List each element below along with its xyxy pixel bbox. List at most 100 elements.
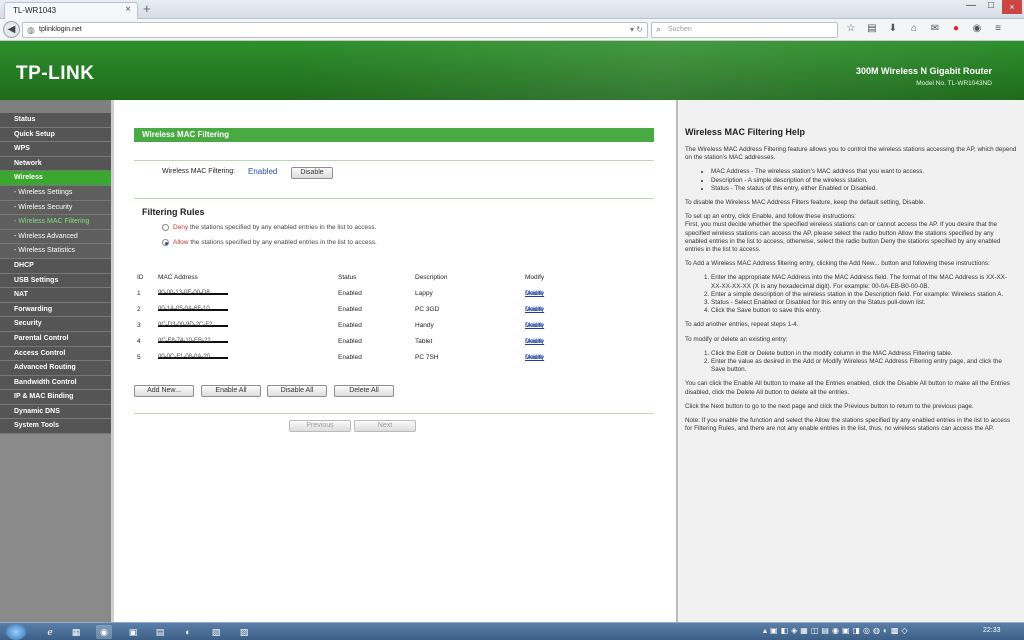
sidebar-item-forwarding[interactable]: Forwarding [0,302,111,318]
window-close-icon[interactable]: × [1002,0,1022,14]
redacted-mac: 90-00-13-0E-00-D8 [158,290,228,296]
help-repeat-note: To add another entries, repeat steps 1-4… [685,321,799,329]
sidebar-item-wireless-security[interactable]: - Wireless Security [0,200,111,216]
sidebar-item-wps[interactable]: WPS [0,142,111,157]
back-button[interactable]: ◀ [3,21,20,38]
sidebar-item-dhcp[interactable]: DHCP [0,258,111,274]
rule-deny-option[interactable]: Deny the stations specified by any enabl… [162,224,376,231]
browser-tab[interactable]: TL-WR1043 × [4,2,138,19]
addon-icon[interactable]: ● [949,22,963,36]
table-row: 2 00-1A-05-0A-6F-10 Enabled PC 3GD Modify De… [137,306,657,318]
explorer-icon[interactable]: ▦ [68,625,84,639]
search-bar[interactable]: ⌕ Suchen [651,22,838,38]
delete-link[interactable]: Delete [525,338,544,345]
sidebar-item-dynamic-dns[interactable]: Dynamic DNS [0,404,111,420]
help-final-note: Note: If you enable the function and sel… [685,417,1011,433]
chat-icon[interactable]: ✉ [928,22,942,36]
redacted-mac: 00-0C-F1-08-0A-20 [158,354,228,360]
mac-text: 0C-D3-00-9D-2C-F2 [158,322,213,328]
system-tray-icons[interactable]: ▴▣◧◈▦◫▤◉▣◨◎◍◐▩◇ [763,626,911,635]
header-description: Description [415,274,448,281]
url-bar[interactable]: ◍ tplinklogin.net ▾ ↻ [22,22,648,38]
enable-all-button[interactable]: Enable All [201,385,261,397]
help-add-steps: Enter the appropriate MAC Address into t… [685,274,1017,315]
row-description: Lappy [415,290,433,297]
sidebar-item-access-control[interactable]: Access Control [0,346,111,362]
allow-description: the stations specified by any enabled en… [188,239,377,247]
sidebar-item-advanced-routing[interactable]: Advanced Routing [0,361,111,376]
allow-radio[interactable] [162,239,169,246]
sidebar-item-quick-setup[interactable]: Quick Setup [0,127,111,143]
previous-button[interactable]: Previous [289,420,351,432]
home-icon[interactable]: ⌂ [907,22,921,36]
sidebar-item-wireless[interactable]: Wireless [0,171,111,186]
deny-radio[interactable] [162,224,169,231]
delete-link[interactable]: Delete [525,322,544,329]
sidebar-item-parental-control[interactable]: Parental Control [0,331,111,347]
sidebar-item-security[interactable]: Security [0,317,111,332]
table-row: 5 00-0C-F1-08-0A-20 Enabled PC 7SH Modify De… [137,354,657,366]
minimize-icon[interactable]: — [962,0,980,11]
header-status: Status [338,274,357,281]
row-id: 2 [137,306,141,313]
delete-link[interactable]: Delete [525,354,544,361]
tplink-logo: TP-LINK [16,63,95,84]
url-text[interactable]: tplinklogin.net [39,26,82,33]
help-setup-text: First, you must decide whether the speci… [685,221,1001,254]
sidebar-item-ip-mac-binding[interactable]: IP & MAC Binding [0,390,111,405]
ie-icon[interactable]: ℯ [42,625,58,639]
sidebar-item-nat[interactable]: NAT [0,288,111,303]
row-id: 5 [137,354,141,361]
sidebar-item-network[interactable]: Network [0,156,111,172]
divider [134,413,654,414]
help-step: Enter the appropriate MAC Address into t… [711,274,1017,290]
start-button[interactable] [6,624,26,640]
sidebar-item-status[interactable]: Status [0,113,111,128]
tab-close-icon[interactable]: × [125,4,131,15]
help-panel: Wireless MAC Filtering Help The Wireless… [678,100,1024,622]
reload-icon[interactable]: ▾ ↻ [630,25,643,34]
row-id: 4 [137,338,141,345]
row-description: PC 3GD [415,306,440,313]
browser-nav-bar: ◀ ◍ tplinklogin.net ▾ ↻ ⌕ Suchen ☆ ▤ ⬇ ⌂… [0,19,1024,41]
redacted-mac: 0C-F8-74-10-EB-22 [158,338,228,344]
delete-link[interactable]: Delete [525,290,544,297]
ghost-icon[interactable]: ◉ [970,22,984,36]
app-icon[interactable]: ▣ [125,625,141,639]
new-tab-button[interactable]: + [143,1,151,16]
row-id: 1 [137,290,141,297]
help-disable-note: To disable the Wireless MAC Address Filt… [685,199,926,207]
delete-link[interactable]: Delete [525,306,544,313]
maximize-icon[interactable]: □ [982,0,1000,11]
download-icon[interactable]: ⬇ [886,22,900,36]
row-description: Handy [415,322,434,329]
sidebar-item-bandwidth-control[interactable]: Bandwidth Control [0,375,111,391]
disable-button[interactable]: Disable [291,167,333,179]
deny-description: the stations specified by any enabled en… [188,224,377,232]
redacted-mac: 0C-D3-00-9D-2C-F2 [158,322,228,328]
app-icon[interactable]: ▨ [236,625,252,639]
firefox-icon[interactable]: ◉ [96,625,112,639]
sidebar-item-wireless-advanced[interactable]: - Wireless Advanced [0,229,111,245]
reading-list-icon[interactable]: ▤ [865,22,879,36]
rule-allow-option[interactable]: Allow the stations specified by any enab… [162,239,377,246]
next-button[interactable]: Next [354,420,416,432]
sidebar-item-wireless-settings[interactable]: - Wireless Settings [0,185,111,201]
row-status: Enabled [338,354,362,361]
clock: 22:33 [983,627,1001,634]
disable-all-button[interactable]: Disable All [267,385,327,397]
sidebar-item-system-tools[interactable]: System Tools [0,419,111,435]
app-icon[interactable]: ▤ [152,625,168,639]
menu-icon[interactable]: ≡ [991,22,1005,36]
bookmark-star-icon[interactable]: ☆ [844,22,858,36]
add-new-button[interactable]: Add New... [134,385,194,397]
sidebar-item-wireless-mac-filtering[interactable]: - Wireless MAC Filtering [0,215,111,230]
app-icon[interactable]: ▧ [208,625,224,639]
app-icon[interactable]: ◐ [180,625,196,639]
header-modify: Modify [525,274,545,281]
sidebar-item-wireless-statistics[interactable]: - Wireless Statistics [0,244,111,259]
redacted-mac: 00-1A-05-0A-6F-10 [158,306,228,312]
sidebar-item-usb-settings[interactable]: USB Settings [0,273,111,289]
delete-all-button[interactable]: Delete All [334,385,394,397]
search-input[interactable]: Suchen [668,26,692,33]
